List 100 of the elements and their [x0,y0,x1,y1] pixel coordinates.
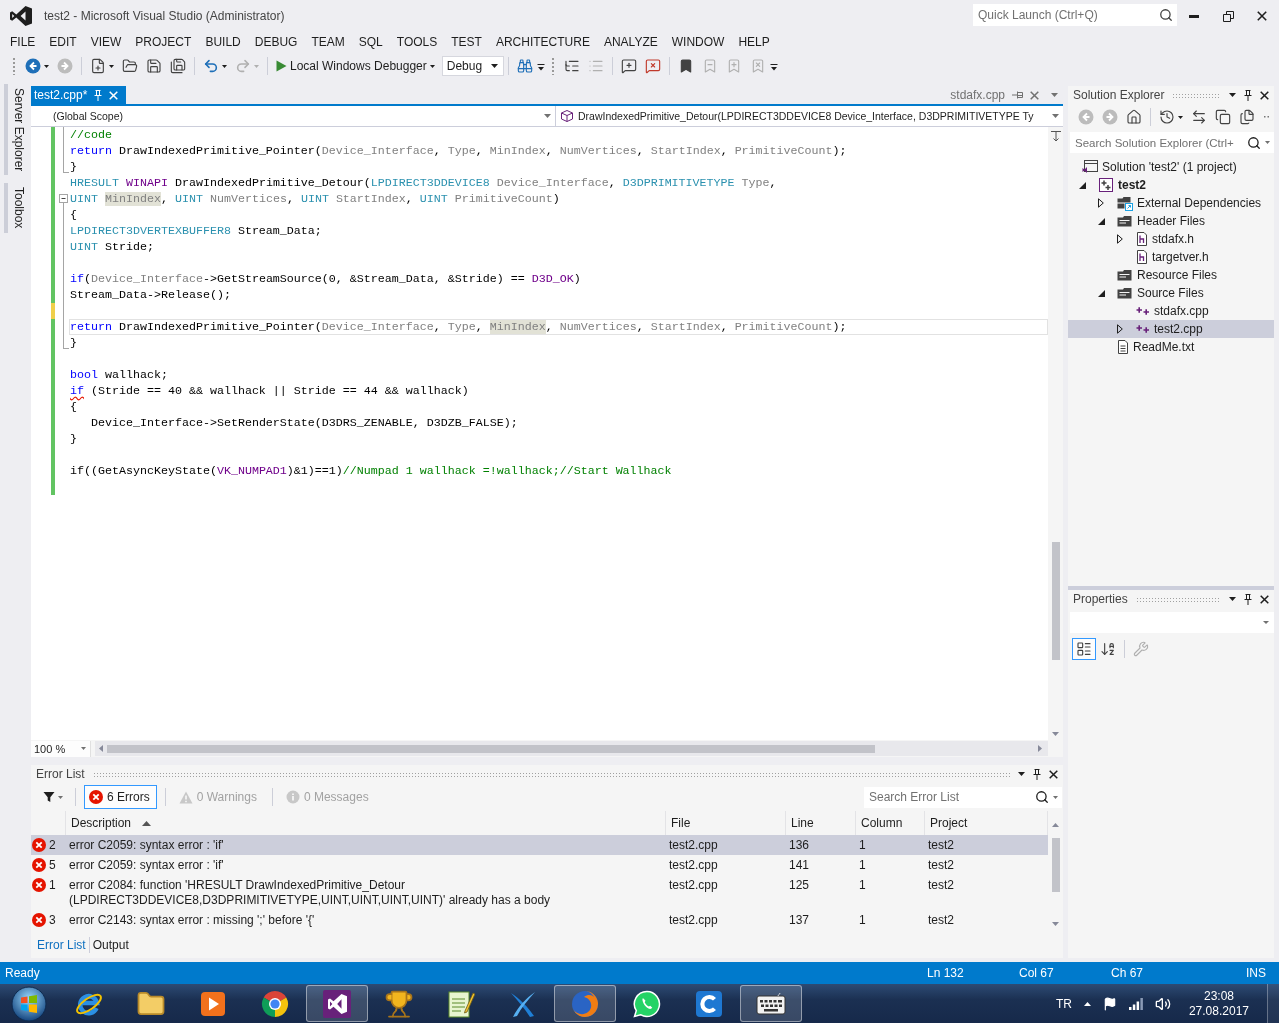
menu-item[interactable]: SQL [351,32,390,52]
code-line: if(Device_Interface->GetStreamSource(0, &Stream_Data, &Stride) == D3D_OK) [70,272,581,286]
taskbar-button[interactable] [306,985,368,1022]
menu-item[interactable]: ANALYZE [596,32,665,52]
menu-item[interactable]: EDIT [42,32,84,52]
scrollbar-thumb[interactable] [107,744,875,753]
overflow-icon[interactable] [536,61,545,71]
tree-item[interactable]: Solution 'test2' (1 project) [1068,158,1274,176]
scroll-right-icon[interactable] [1038,745,1042,752]
tree-item[interactable]: test2.cpp [1068,320,1274,338]
caret-icon[interactable] [429,64,435,68]
cube-icon [561,110,573,122]
tree-item[interactable]: ReadMe.txt [1068,338,1274,356]
zoom-dropdown[interactable]: 100 % [31,740,91,757]
tree-item[interactable]: test2 [1068,176,1274,194]
close-icon[interactable] [1260,90,1269,100]
close-icon [1257,11,1267,21]
error-row[interactable]: 1 error C2084: function 'HRESULT DrawIndexedPrimitive_Detour (LPDIRECT3DDEVICE8,D3DPRIMITIVETYPE,UINT,UINT,UINT,UINT)' already has a body test2.cpp 125 1 test2 [31,875,1048,910]
menu-item[interactable]: TEST [444,32,489,52]
scrollbar-thumb[interactable] [1051,542,1060,661]
column-indicator: Col 67 [1019,966,1054,980]
list-icon [587,58,604,74]
code-line: if((GetAsyncKeyState(VK_NUMPAD1)&1)==1)//Numpad 1 wallhack =!wallhack;//Start Wallhack [70,464,672,478]
member-dropdown[interactable]: DrawIndexedPrimitive_Detour(LPDIRECT3DDEVICE8 Device_Interface, D3DPRIMITIVETYPE Ty [556,106,1063,126]
side-tab[interactable]: Server Explorer [4,84,26,176]
vertical-scrollbar[interactable] [1048,127,1063,740]
tree-item[interactable]: Header Files [1068,212,1274,230]
search-field[interactable]: Quick Launch (Ctrl+Q) [973,4,1177,26]
caret-icon[interactable] [1018,772,1025,776]
overflow-icon[interactable] [769,61,778,71]
tree-item[interactable]: Source Files [1068,284,1274,302]
menu-item[interactable]: FILE [3,32,43,52]
show-desktop-button[interactable] [1267,984,1279,1023]
scroll-left-icon[interactable] [99,745,103,752]
toolbar-grip[interactable] [12,57,16,75]
tricolor-wheel-icon [260,988,290,1019]
error-row[interactable]: 2 error C2059: syntax error : 'if' test2.cpp 136 1 test2 [31,835,1048,855]
status-message: Ready [5,966,40,980]
menu-item[interactable]: WINDOW [664,32,732,52]
clock-time[interactable]: 23:08 [1203,988,1234,1004]
menu-item[interactable]: TOOLS [389,32,445,52]
menu-item[interactable]: PROJECT [128,32,199,52]
tree-item[interactable]: stdafx.cpp [1068,302,1274,320]
pin-icon[interactable] [1244,593,1252,605]
caret-icon[interactable] [490,64,498,68]
tree-item[interactable]: stdafx.h [1068,230,1274,248]
collapsed-arrow-icon[interactable] [1117,234,1123,244]
error-row[interactable]: 3 error C2143: syntax error : missing ';' before '{' test2.cpp 137 1 test2 [31,910,1048,930]
tree-item[interactable]: targetver.h [1068,248,1274,266]
language-indicator[interactable]: TR [1055,996,1072,1011]
error-row[interactable]: 5 error C2059: syntax error : 'if' test2.cpp 141 1 test2 [31,855,1048,875]
caret-icon[interactable] [44,64,49,68]
caret-up-icon[interactable] [1083,1001,1091,1006]
expanded-arrow-icon[interactable] [1098,217,1105,225]
close-icon[interactable] [1049,769,1058,779]
flag-icon[interactable] [1102,996,1117,1011]
signal-bars-icon[interactable] [1128,997,1143,1010]
caret-icon[interactable] [1229,93,1236,97]
close-icon[interactable] [1260,594,1269,604]
search-field[interactable]: Search Solution Explorer (Ctrl+ [1070,132,1274,153]
char-indicator: Ch 67 [1111,966,1144,980]
expanded-arrow-icon[interactable] [1098,289,1105,297]
panel-tab[interactable]: Output [88,937,132,953]
caret-icon[interactable] [109,64,114,68]
menu-item[interactable]: TEAM [304,32,352,52]
caret-icon[interactable] [1229,597,1236,601]
expanded-arrow-icon[interactable] [1079,181,1086,189]
filter-toggle[interactable]: 6 Errors [84,785,157,809]
info-icon [285,790,300,804]
caret-icon[interactable] [222,64,227,68]
menu-item[interactable]: ARCHITECTURE [488,32,597,52]
pin-icon[interactable] [1033,768,1041,780]
collapsed-arrow-icon[interactable] [1117,324,1123,334]
taskbar-button[interactable] [740,985,802,1022]
binoculars-icon [516,58,533,74]
start-debugging-button[interactable]: Local Windows Debugger [272,55,439,77]
ribbon-tile-icon [322,988,352,1019]
speaker-icon[interactable] [1154,995,1171,1012]
menu-item[interactable]: HELP [731,32,777,52]
tree-item[interactable]: External Dependencies [1068,194,1274,212]
caret-icon[interactable] [1178,115,1183,119]
menu-item[interactable]: DEBUG [247,32,305,52]
side-tab[interactable]: Toolbox [4,183,26,233]
text-document-icon [1117,340,1129,354]
speech-bubble-x-icon [644,58,661,74]
scope-dropdown[interactable]: (Global Scope) [31,106,555,126]
search-field[interactable]: Search Error List [864,786,1062,808]
clock-date[interactable]: 27.08.2017 [1188,1003,1249,1019]
column-cell-text: 1 [858,912,867,929]
menu-item[interactable]: VIEW [83,32,129,52]
configuration-dropdown[interactable]: Debug [441,56,504,76]
pin-icon[interactable] [1244,89,1252,101]
menu-item[interactable]: BUILD [198,32,248,52]
horizontal-scrollbar[interactable] [95,741,1048,756]
split-handle-icon[interactable] [1050,130,1061,142]
scrollbar-thumb[interactable] [1051,837,1060,892]
tree-item[interactable]: Resource Files [1068,266,1274,284]
panel-tab[interactable]: Error List [34,937,89,953]
toolbar-button[interactable] [1072,638,1096,660]
collapsed-arrow-icon[interactable] [1098,198,1104,208]
